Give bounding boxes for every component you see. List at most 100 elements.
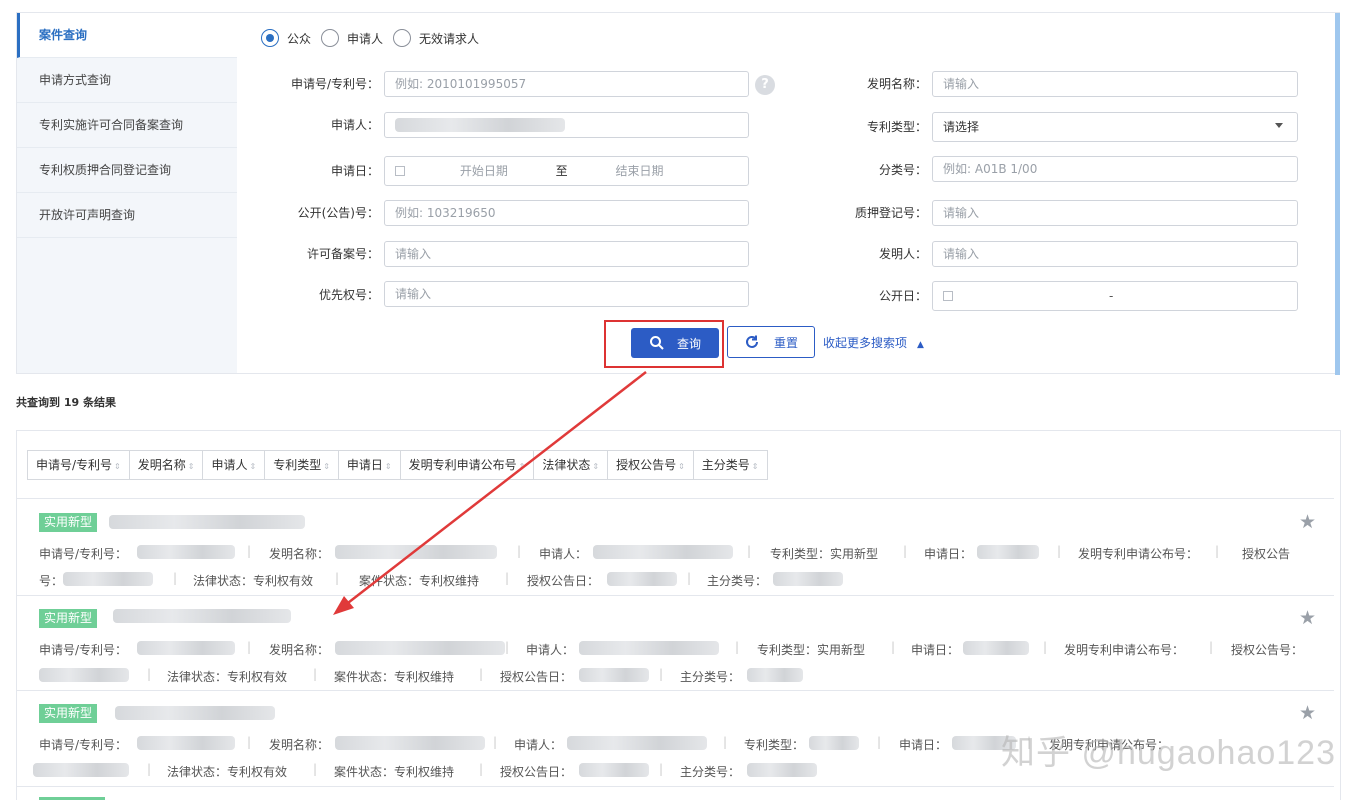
sort-app-date[interactable]: 申请日 ⇕ bbox=[339, 451, 401, 479]
star-icon[interactable]: ★ bbox=[1299, 607, 1316, 629]
sidebar-item-case-query[interactable]: 案件查询 bbox=[17, 13, 237, 58]
patent-type-tag: 实用新型 bbox=[39, 609, 98, 628]
sort-legal-status[interactable]: 法律状态 ⇕ bbox=[534, 451, 609, 479]
radio-label: 无效请求人 bbox=[419, 31, 480, 46]
meta-applicant: 申请人： bbox=[539, 547, 588, 561]
meta-type: 专利类型：实用新型 bbox=[757, 643, 866, 657]
meta-legal-status: 法律状态：专利权有效 bbox=[193, 574, 314, 588]
meta-grant-date: 授权公告日： bbox=[527, 574, 600, 588]
blurred-text bbox=[63, 572, 153, 586]
blurred-text bbox=[335, 736, 485, 750]
app-date-label: 申请日： bbox=[330, 164, 379, 178]
sort-patent-type[interactable]: 专利类型 ⇕ bbox=[265, 451, 339, 479]
blurred-text bbox=[747, 668, 803, 682]
sidebar: 案件查询 申请方式查询 专利实施许可合同备案查询 专利权质押合同登记查询 开放许… bbox=[17, 13, 237, 373]
sort-main-class[interactable]: 主分类号 ⇕ bbox=[694, 451, 767, 479]
radio-checked-icon bbox=[261, 29, 279, 47]
meta-applicant: 申请人： bbox=[514, 738, 563, 752]
meta-type: 专利类型：实用新型 bbox=[770, 547, 879, 561]
blurred-text bbox=[607, 572, 677, 586]
sort-invention-name[interactable]: 发明名称 ⇕ bbox=[130, 451, 204, 479]
meta-case-status: 案件状态：专利权维持 bbox=[334, 765, 455, 779]
blurred-text bbox=[335, 545, 497, 559]
meta-type: 专利类型： bbox=[744, 738, 805, 752]
blurred-title bbox=[113, 609, 291, 623]
blurred-text bbox=[773, 572, 843, 586]
reset-button[interactable]: 重置 bbox=[727, 326, 815, 358]
meta-grant-date: 授权公告日： bbox=[500, 765, 573, 779]
license-no-label: 许可备案号： bbox=[306, 247, 379, 261]
blurred-text bbox=[335, 641, 505, 655]
collapse-label: 收起更多搜索项 bbox=[823, 336, 908, 350]
pub-date-range[interactable]: - bbox=[932, 281, 1298, 311]
patent-type-tag: 实用新型 bbox=[39, 704, 98, 723]
radio-label: 公众 bbox=[287, 31, 312, 46]
invention-name-input[interactable]: 请输入 bbox=[932, 71, 1298, 97]
meta-legal-status: 法律状态：专利权有效 bbox=[167, 670, 288, 684]
license-no-input[interactable]: 请输入 bbox=[384, 241, 749, 267]
meta-name: 发明名称： bbox=[269, 738, 330, 752]
app-no-label: 申请号/专利号： bbox=[290, 77, 379, 91]
meta-main-class: 主分类号： bbox=[680, 670, 741, 684]
chevron-up-icon: ▲ bbox=[917, 340, 924, 350]
radio-unchecked-icon bbox=[393, 29, 412, 47]
blurred-title bbox=[115, 706, 275, 720]
sidebar-item-application-method[interactable]: 申请方式查询 bbox=[17, 58, 237, 103]
meta-grant-no-cont: 号： bbox=[39, 574, 64, 588]
help-icon[interactable]: ? bbox=[755, 75, 775, 95]
blurred-text bbox=[579, 641, 719, 655]
patent-type-tag: 实用新型 bbox=[39, 513, 98, 532]
sort-grant-no[interactable]: 授权公告号 ⇕ bbox=[608, 451, 694, 479]
refresh-icon bbox=[746, 335, 758, 348]
pledge-no-input[interactable]: 请输入 bbox=[932, 200, 1298, 226]
meta-app-no: 申请号/专利号： bbox=[39, 643, 128, 657]
applicant-input[interactable] bbox=[384, 112, 749, 138]
class-no-input[interactable]: 例如: A01B 1/00 bbox=[932, 156, 1298, 182]
inventor-input[interactable]: 请输入 bbox=[932, 241, 1298, 267]
app-no-input[interactable]: 例如: 2010101995057 bbox=[384, 71, 749, 97]
blurred-text bbox=[33, 763, 129, 777]
inventor-label: 发明人： bbox=[878, 247, 927, 261]
radio-invalid-requester[interactable]: 无效请求人 bbox=[393, 29, 479, 47]
meta-legal-status: 法律状态：专利权有效 bbox=[167, 765, 288, 779]
patent-type-select[interactable]: 请选择 bbox=[932, 112, 1298, 142]
sort-pub-app-no[interactable]: 发明专利申请公布号 ⇕ bbox=[401, 451, 535, 479]
collapse-more-options[interactable]: 收起更多搜索项 ▲ bbox=[823, 334, 924, 351]
star-icon[interactable]: ★ bbox=[1299, 702, 1316, 724]
date-separator: - bbox=[1109, 289, 1114, 303]
blurred-text bbox=[39, 668, 129, 682]
sidebar-item-open-license[interactable]: 开放许可声明查询 bbox=[17, 193, 237, 238]
result-card[interactable]: 实用新型 ★ 申请号/专利号： | 发明名称： | 申请人： | 专利类型：实用… bbox=[17, 595, 1334, 691]
sort-icon: ⇕ bbox=[678, 462, 685, 471]
sort-app-no[interactable]: 申请号/专利号 ⇕ bbox=[28, 451, 130, 479]
meta-applicant: 申请人： bbox=[526, 643, 575, 657]
priority-input[interactable]: 请输入 bbox=[384, 281, 749, 307]
blurred-title bbox=[109, 515, 305, 529]
sort-applicant[interactable]: 申请人 ⇕ bbox=[203, 451, 266, 479]
meta-app-no: 申请号/专利号： bbox=[39, 738, 128, 752]
sidebar-item-pledge-contract[interactable]: 专利权质押合同登记查询 bbox=[17, 148, 237, 193]
blurred-text bbox=[977, 545, 1039, 559]
sort-icon: ⇕ bbox=[592, 462, 600, 471]
meta-date: 申请日： bbox=[924, 547, 973, 561]
meta-main-class: 主分类号： bbox=[707, 574, 768, 588]
radio-applicant[interactable]: 申请人 bbox=[321, 29, 383, 47]
radio-public[interactable]: 公众 bbox=[261, 29, 311, 47]
patent-type-label: 专利类型： bbox=[866, 120, 927, 134]
meta-pub-app-no: 发明专利申请公布号： bbox=[1078, 547, 1199, 561]
blurred-text bbox=[567, 736, 707, 750]
pub-no-input[interactable]: 例如: 103219650 bbox=[384, 200, 749, 226]
app-date-range[interactable]: 开始日期 至 结束日期 bbox=[384, 156, 749, 186]
radio-unchecked-icon bbox=[321, 29, 340, 47]
blurred-text bbox=[593, 545, 733, 559]
star-icon[interactable]: ★ bbox=[1299, 511, 1316, 533]
result-card[interactable]: 实用新型 ★ 申请号/专利号： | 发明名称： | 申请人： | 专利类型：实用… bbox=[17, 499, 1334, 595]
calendar-icon bbox=[943, 291, 953, 301]
end-date-placeholder: 结束日期 bbox=[615, 164, 664, 178]
divider bbox=[17, 786, 1334, 787]
date-separator: 至 bbox=[555, 164, 568, 178]
meta-grant-no: 授权公告 bbox=[1242, 547, 1291, 561]
priority-label: 优先权号： bbox=[318, 288, 379, 302]
blurred-text bbox=[747, 763, 817, 777]
sidebar-item-license-contract[interactable]: 专利实施许可合同备案查询 bbox=[17, 103, 237, 148]
